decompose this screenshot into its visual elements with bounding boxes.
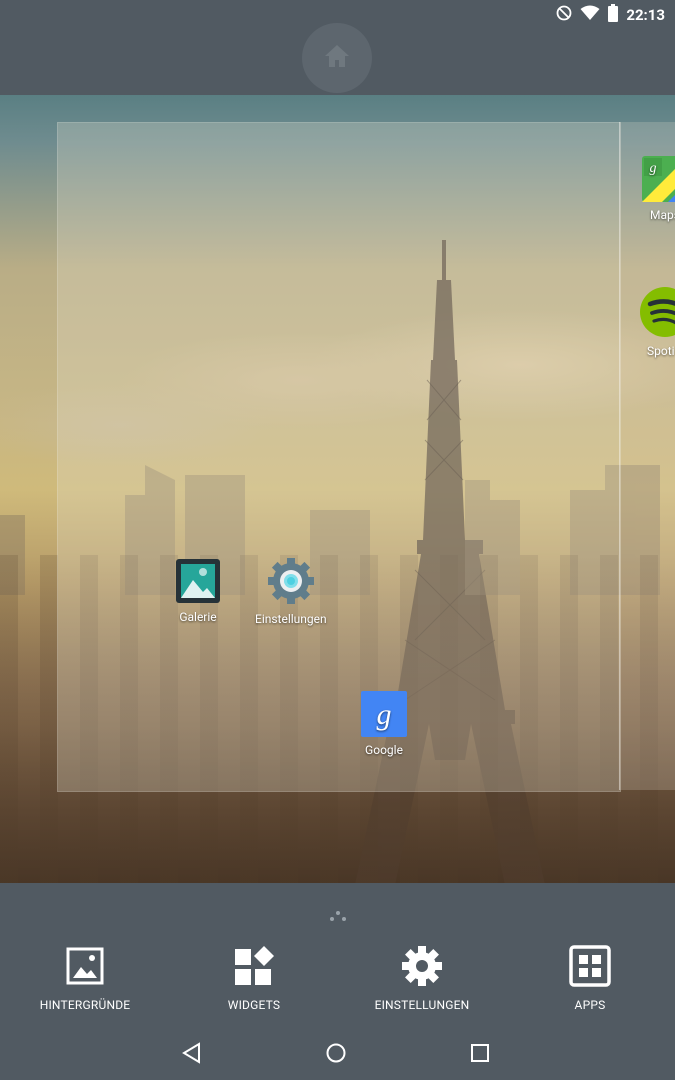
battery-icon: [608, 4, 619, 26]
overview-options-bar: HINTERGRÜNDE WIDGETS EINSTELLUNGEN APPS: [0, 945, 675, 1025]
wallpaper-icon: [64, 945, 106, 990]
settings-gear-icon: [266, 556, 316, 606]
app-google[interactable]: g Google: [361, 691, 407, 757]
settings-label: EINSTELLUNGEN: [374, 998, 470, 1012]
home-circle-icon: [325, 1042, 347, 1068]
next-workspace-page[interactable]: g Maps Spoti: [619, 122, 675, 790]
workspace-page[interactable]: Galerie Einstellungen g Google: [57, 122, 621, 792]
apps-label: APPS: [574, 998, 606, 1012]
google-g-icon: g: [361, 691, 407, 737]
home-icon: [323, 43, 351, 73]
app-spotify[interactable]: Spoti: [639, 286, 675, 358]
svg-text:g: g: [650, 161, 657, 176]
status-bar: 22:13: [556, 4, 665, 26]
settings-button[interactable]: EINSTELLUNGEN: [372, 945, 472, 1012]
apps-grid-icon: [569, 945, 611, 990]
apps-button[interactable]: APPS: [550, 945, 630, 1012]
widgets-label: WIDGETS: [227, 998, 281, 1012]
status-time: 22:13: [626, 6, 665, 24]
spotify-icon: [639, 286, 675, 338]
recents-icon: [469, 1042, 491, 1068]
svg-text:g: g: [377, 698, 392, 731]
app-maps[interactable]: g Maps: [642, 156, 675, 222]
app-label: Galerie: [179, 610, 217, 624]
home-button[interactable]: [321, 1040, 351, 1070]
back-icon: [181, 1042, 203, 1068]
widgets-icon: [233, 945, 275, 990]
app-label: Spoti: [647, 344, 675, 358]
do-not-disturb-icon: [556, 5, 572, 25]
recents-button[interactable]: [465, 1040, 495, 1070]
wifi-icon: [580, 5, 600, 25]
wallpapers-label: HINTERGRÜNDE: [39, 998, 131, 1012]
widgets-button[interactable]: WIDGETS: [209, 945, 299, 1012]
app-einstellungen[interactable]: Einstellungen: [255, 556, 327, 626]
settings-icon: [401, 945, 443, 990]
maps-icon: g: [642, 156, 675, 202]
wallpapers-button[interactable]: HINTERGRÜNDE: [40, 945, 130, 1012]
app-label: Einstellungen: [255, 612, 327, 626]
page-indicator: [327, 908, 349, 922]
app-label: Google: [365, 743, 403, 757]
app-label: Maps: [650, 208, 675, 222]
app-galerie[interactable]: Galerie: [175, 558, 221, 624]
back-button[interactable]: [177, 1040, 207, 1070]
gallery-icon: [175, 558, 221, 604]
home-page-button[interactable]: [302, 23, 372, 93]
navigation-bar: [0, 1030, 675, 1080]
